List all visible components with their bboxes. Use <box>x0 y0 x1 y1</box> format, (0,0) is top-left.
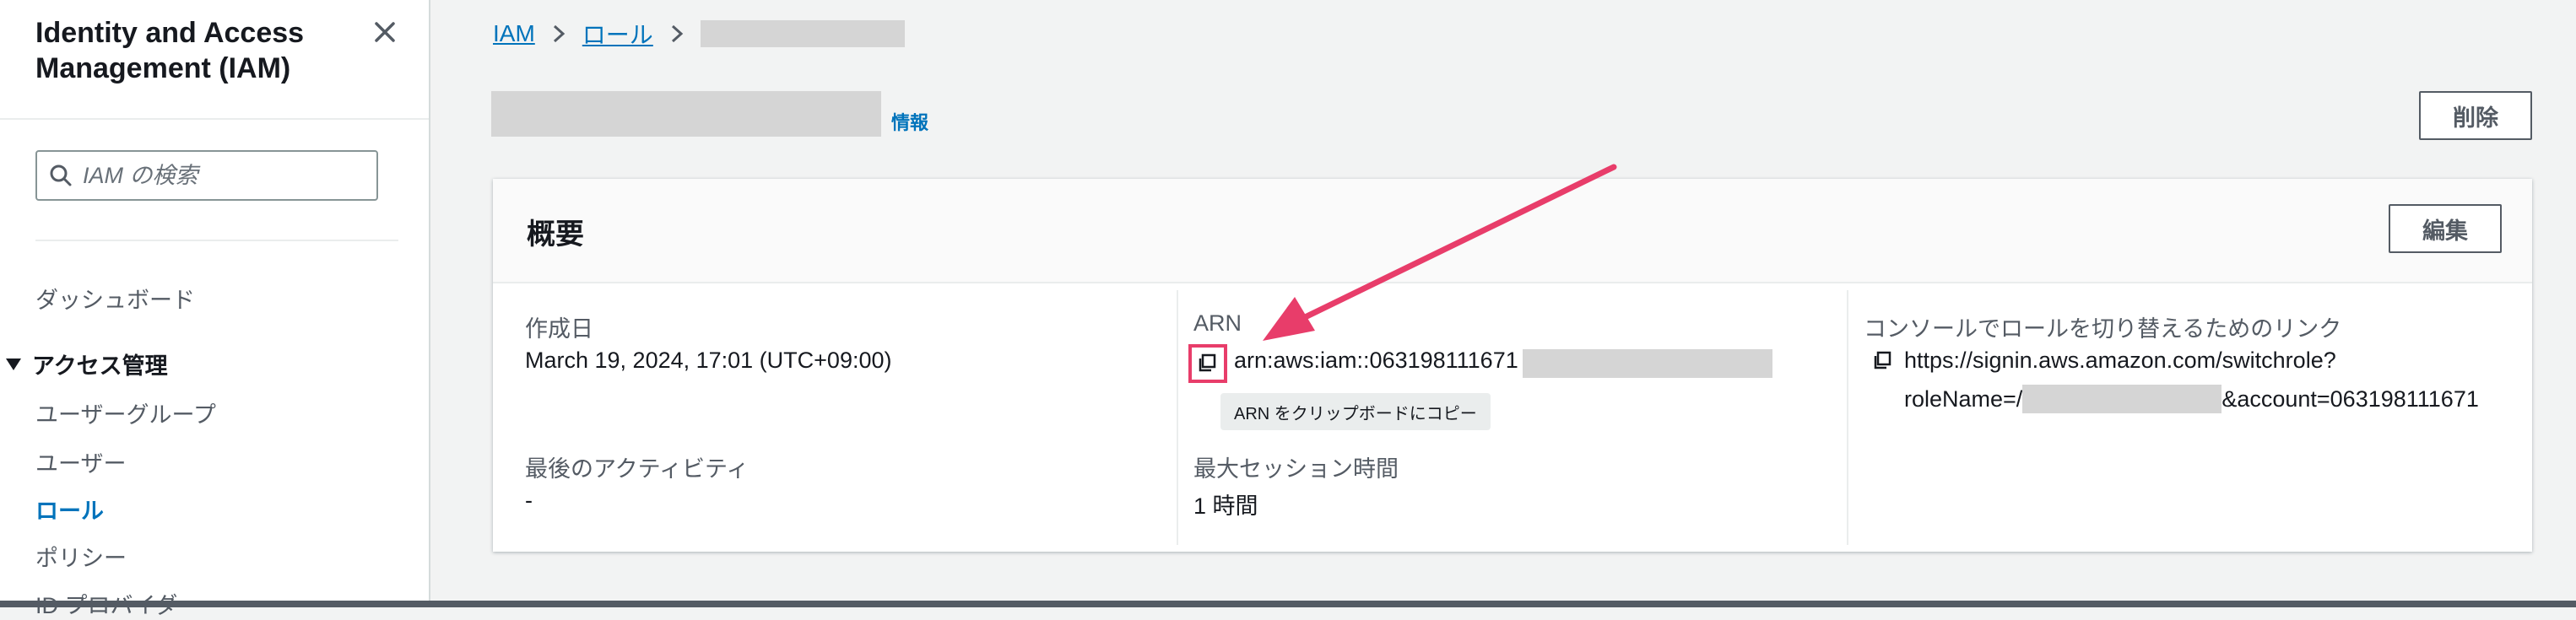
close-icon[interactable] <box>370 17 400 47</box>
info-link[interactable]: 情報 <box>891 108 928 135</box>
switch-role-link-line2[interactable]: roleName=/ &account=063198111671 <box>1904 385 2479 413</box>
copy-tooltip: ARN をクリップボードにコピー <box>1220 393 1491 430</box>
chevron-right-icon <box>552 24 566 44</box>
summary-title: 概要 <box>527 218 584 251</box>
link-rolename-prefix: roleName=/ <box>1904 385 2023 412</box>
breadcrumb-iam[interactable]: IAM <box>493 20 535 47</box>
switch-role-link-line1[interactable]: https://signin.aws.amazon.com/switchrole… <box>1904 348 2336 374</box>
summary-panel: 概要 作成日 March 19, 2024, 17:01 (UTC+09:00)… <box>493 179 2532 552</box>
sidebar-item-users[interactable]: ユーザー <box>35 445 126 478</box>
sidebar-search[interactable] <box>35 150 378 201</box>
breadcrumb: IAM ロール <box>493 17 905 51</box>
arn-label: ARN <box>1193 310 1242 336</box>
created-value: March 19, 2024, 17:01 (UTC+09:00) <box>525 348 892 373</box>
switch-role-link-label: コンソールでロールを切り替えるためのリンク <box>1864 316 2342 342</box>
arn-value: arn:aws:iam::063198111671 <box>1234 348 1518 373</box>
created-label: 作成日 <box>525 316 593 342</box>
arn-redacted <box>1523 349 1772 378</box>
copy-icon <box>1199 353 1216 372</box>
last-activity-value: - <box>525 488 533 513</box>
link-account-suffix: &account=063198111671 <box>2222 385 2479 412</box>
summary-header: 概要 <box>493 179 2532 283</box>
sidebar-item-roles[interactable]: ロール <box>35 493 104 526</box>
sidebar: Identity and Access Management (IAM) ダッシ… <box>0 0 430 618</box>
chevron-right-icon <box>670 24 684 44</box>
caret-down-icon <box>6 358 21 370</box>
sidebar-section-label: アクセス管理 <box>32 353 168 379</box>
sidebar-divider <box>0 118 429 120</box>
link-copy-button[interactable] <box>1865 344 1899 378</box>
breadcrumb-roles[interactable]: ロール <box>582 17 653 51</box>
session-label: 最大セッション時間 <box>1193 456 1399 482</box>
sidebar-item-user-groups[interactable]: ユーザーグループ <box>35 396 216 429</box>
breadcrumb-current-redacted <box>700 20 905 47</box>
bottom-border <box>0 601 2576 607</box>
copy-icon <box>1874 351 1891 369</box>
sidebar-item-policies[interactable]: ポリシー <box>35 540 127 573</box>
sidebar-section-access-management[interactable]: アクセス管理 <box>5 348 168 380</box>
page-title-redacted <box>491 91 881 137</box>
session-value: 1 時間 <box>1193 493 1258 519</box>
link-rolename-redacted <box>2022 385 2222 413</box>
search-icon <box>50 164 72 186</box>
sidebar-item-dashboard[interactable]: ダッシュボード <box>35 282 195 315</box>
search-input[interactable] <box>81 161 354 190</box>
delete-button[interactable]: 削除 <box>2419 91 2532 140</box>
sidebar-divider <box>35 240 398 241</box>
sidebar-title: Identity and Access Management (IAM) <box>35 17 305 84</box>
column-divider <box>1847 290 1848 545</box>
column-divider <box>1177 290 1178 545</box>
arn-copy-button[interactable] <box>1188 344 1227 383</box>
last-activity-label: 最後のアクティビティ <box>525 456 750 482</box>
edit-button[interactable]: 編集 <box>2389 204 2502 253</box>
